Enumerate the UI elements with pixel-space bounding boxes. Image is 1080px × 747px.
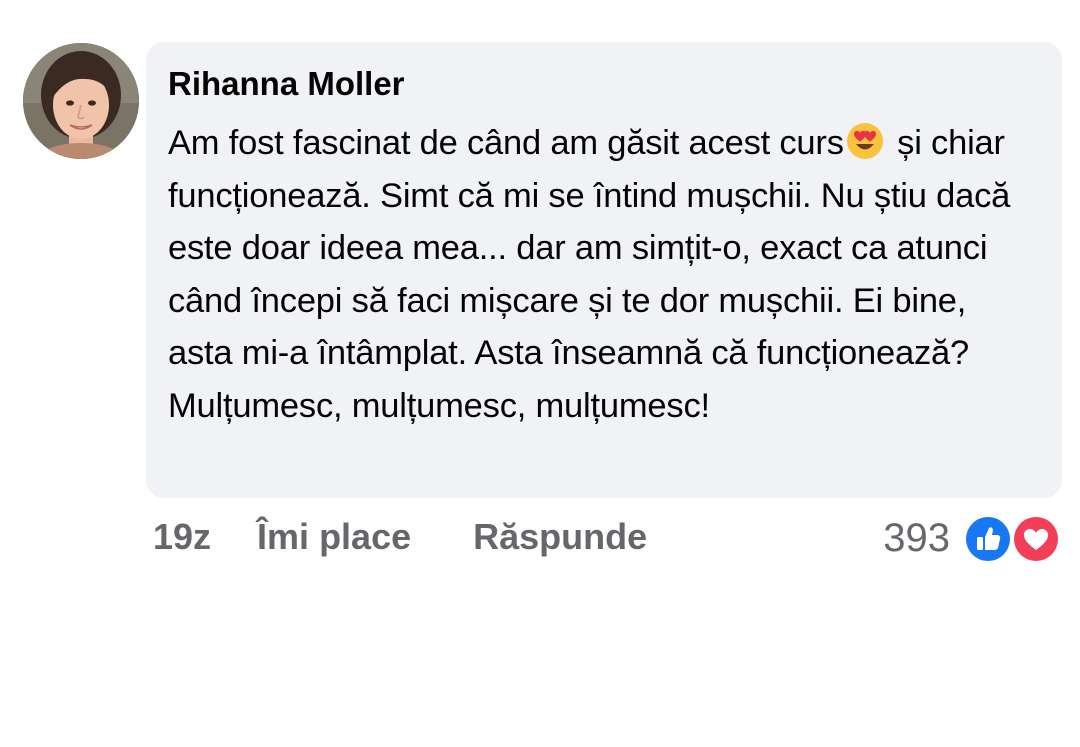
comment-text-part-1: Am fost fascinat de când am găsit acest … (168, 124, 844, 162)
author-name[interactable]: Rihanna Moller (168, 64, 1032, 104)
heart-reaction-icon (1012, 515, 1060, 563)
comment-actions: 19z Îmi place Răspunde (153, 512, 647, 562)
comment: Rihanna Moller Am fost fascinat de când … (0, 0, 1080, 747)
comment-text-part-2: și chiar funcționează. Simt că mi se înt… (168, 124, 1011, 425)
reply-button[interactable]: Răspunde (473, 516, 647, 558)
like-button[interactable]: Îmi place (257, 516, 411, 558)
comment-bubble: Rihanna Moller Am fost fascinat de când … (146, 42, 1062, 498)
reactions-summary[interactable]: 393 (883, 510, 1060, 566)
reaction-icons (964, 513, 1060, 563)
comment-text: Am fost fascinat de când am găsit acest … (168, 117, 1032, 432)
avatar[interactable] (23, 43, 139, 159)
like-reaction-icon (964, 515, 1012, 563)
heart-eyes-emoji-icon (846, 123, 883, 159)
timestamp[interactable]: 19z (153, 516, 211, 558)
reaction-count: 393 (883, 515, 950, 560)
profile-photo (23, 43, 139, 159)
